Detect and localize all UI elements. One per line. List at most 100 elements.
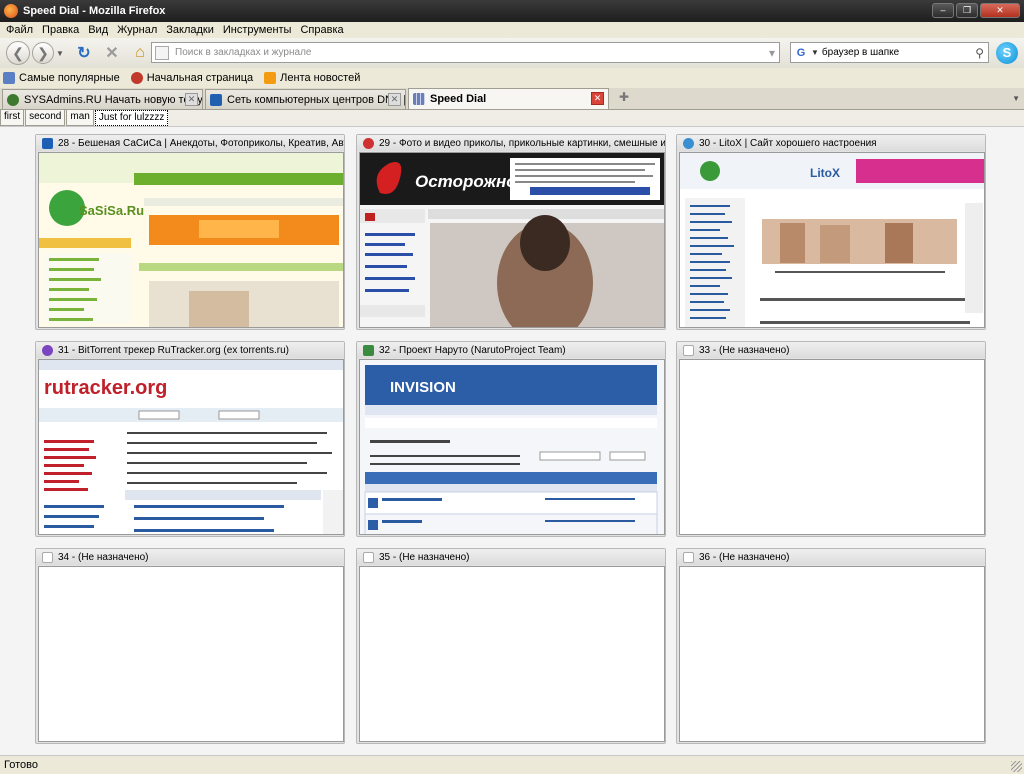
tab-label: Speed Dial: [430, 93, 487, 105]
dial-favicon: [363, 137, 374, 149]
menu-tools[interactable]: Инструменты: [220, 24, 298, 36]
group-tab-second[interactable]: second: [25, 110, 66, 126]
group-tab-man[interactable]: man: [66, 110, 94, 126]
rutracker-logo-text: rutracker.org: [44, 377, 167, 399]
dial-favicon: [42, 344, 53, 356]
dial-label: 32 - Проект Наруто (NarutoProject Team): [379, 344, 566, 356]
status-bar: Готово: [0, 756, 1024, 774]
skype-icon[interactable]: S: [996, 42, 1018, 64]
search-bar[interactable]: G ▼ браузер в шапке ⚲: [790, 42, 989, 63]
menu-file[interactable]: Файл: [3, 24, 39, 36]
sasisa-logo-text: SaSiSa.Ru: [79, 203, 144, 218]
home-icon[interactable]: ⌂: [130, 43, 150, 63]
speed-dial-32[interactable]: 32 - Проект Наруто (NarutoProject Team) …: [356, 341, 666, 537]
firefox-icon: [4, 4, 18, 18]
bookmark-news-feed[interactable]: Лента новостей: [264, 72, 360, 84]
rutracker-thumbnail: rutracker.org: [39, 360, 343, 534]
dial-label: 33 - (Не назначено): [699, 344, 790, 356]
address-placeholder: Поиск в закладках и журнале: [175, 47, 312, 58]
tab-label: SYSAdmins.RU Начать новую тему: [24, 93, 203, 106]
dial-label: 36 - (Не назначено): [699, 551, 790, 563]
bookmark-page-icon: [130, 72, 143, 84]
bookmark-label: Самые популярные: [19, 72, 120, 84]
speed-dial-36-empty[interactable]: 36 - (Не назначено): [676, 548, 986, 744]
speed-dial-31[interactable]: 31 - BitTorrent трекер RuTracker.org (ex…: [35, 341, 345, 537]
bookmarks-toolbar: Самые популярные Начальная страница Лент…: [0, 68, 1024, 88]
naruto-thumbnail: INVISION: [360, 360, 664, 534]
search-input[interactable]: браузер в шапке: [822, 47, 899, 58]
dropdown-arrow-icon[interactable]: ▾: [769, 46, 775, 60]
group-tab-just-for-lulzzzz[interactable]: Just for lulzzzz: [94, 110, 169, 126]
tab-list-dropdown-icon[interactable]: ▼: [1012, 94, 1020, 103]
window-titlebar: Speed Dial - Mozilla Firefox – ❐ ✕: [0, 0, 1024, 22]
menu-help[interactable]: Справка: [297, 24, 349, 36]
close-tab-button[interactable]: ✕: [185, 93, 198, 106]
speed-dial-grid: 28 - Бешеная СаСиСа | Анекдоты, Фотоприк…: [0, 126, 1024, 756]
speed-dial-28[interactable]: 28 - Бешеная СаСиСа | Анекдоты, Фотоприк…: [35, 134, 345, 330]
bookmark-most-visited[interactable]: Самые популярные: [3, 72, 120, 84]
forward-button[interactable]: ❯: [32, 42, 54, 64]
google-icon[interactable]: G: [794, 46, 808, 60]
tab-strip: SYSAdmins.RU Начать новую тему ✕ Сеть ко…: [0, 88, 1024, 110]
search-engine-dropdown-icon[interactable]: ▼: [811, 48, 819, 57]
history-dropdown-icon[interactable]: ▼: [56, 49, 66, 58]
tab-dns[interactable]: Сеть компьютерных центров DNS | ... ✕: [205, 89, 406, 109]
tonfo-banner-text: Осторожно!: [415, 172, 523, 191]
tonfo-thumbnail: Осторожно!: [360, 153, 664, 327]
bookmark-folder-icon: [3, 72, 15, 84]
speed-dial-34-empty[interactable]: 34 - (Не назначено): [35, 548, 345, 744]
bookmark-label: Начальная страница: [146, 72, 254, 84]
group-tab-first[interactable]: first: [0, 110, 25, 126]
bookmark-label: Лента новостей: [280, 72, 361, 84]
menu-edit[interactable]: Правка: [39, 24, 85, 36]
dial-label: 28 - Бешеная СаСиСа | Анекдоты, Фотоприк…: [58, 137, 344, 149]
dial-label: 30 - LitoX | Сайт хорошего настроения: [699, 137, 877, 149]
close-tab-button[interactable]: ✕: [591, 92, 604, 105]
new-tab-button[interactable]: ✚: [615, 90, 633, 108]
status-text: Готово: [4, 759, 38, 771]
dial-thumbnail-empty: [359, 566, 665, 742]
resize-grip-icon[interactable]: [1011, 761, 1022, 772]
dial-label: 31 - BitTorrent трекер RuTracker.org (ex…: [58, 344, 290, 356]
naruto-logo-text: INVISION: [390, 379, 456, 396]
search-icon[interactable]: ⚲: [975, 46, 984, 60]
dial-thumbnail: SaSiSa.Ru: [38, 152, 344, 328]
forward-arrow-icon: ❯: [37, 44, 49, 61]
blank-page-icon: [683, 551, 694, 563]
back-button[interactable]: ❮: [6, 41, 30, 65]
sasisa-thumbnail: SaSiSa.Ru: [39, 153, 343, 327]
tab-speed-dial[interactable]: Speed Dial ✕: [408, 88, 609, 109]
dial-favicon: [42, 137, 53, 149]
speed-dial-favicon: [413, 93, 425, 105]
menu-view[interactable]: Вид: [85, 24, 114, 36]
blank-page-icon: [683, 344, 694, 356]
speed-dial-30[interactable]: 30 - LitoX | Сайт хорошего настроения Li…: [676, 134, 986, 330]
litox-logo-text: LitoX: [810, 166, 840, 180]
litox-thumbnail: LitoX: [680, 153, 984, 327]
sysadmins-favicon: [7, 93, 19, 106]
speed-dial-groups: first second man Just for lulzzzz: [0, 110, 1024, 126]
maximize-button[interactable]: ❐: [956, 3, 978, 18]
dns-favicon: [210, 93, 222, 106]
menu-bookmarks[interactable]: Закладки: [163, 24, 220, 36]
close-tab-button[interactable]: ✕: [388, 93, 401, 106]
menu-history[interactable]: Журнал: [114, 24, 163, 36]
stop-icon[interactable]: ✕: [102, 43, 122, 63]
speed-dial-35-empty[interactable]: 35 - (Не назначено): [356, 548, 666, 744]
dial-thumbnail-empty: [38, 566, 344, 742]
dial-label: 35 - (Не назначено): [379, 551, 470, 563]
dial-favicon: [363, 344, 374, 356]
address-bar[interactable]: Поиск в закладках и журнале ▾: [151, 42, 780, 63]
minimize-button[interactable]: –: [932, 3, 954, 18]
close-window-button[interactable]: ✕: [980, 3, 1020, 18]
speed-dial-33-empty[interactable]: 33 - (Не назначено): [676, 341, 986, 537]
dial-thumbnail: INVISION: [359, 359, 665, 535]
dial-label: 34 - (Не назначено): [58, 551, 149, 563]
dial-label: 29 - Фото и видео приколы, прикольные ка…: [379, 137, 665, 149]
reload-icon[interactable]: ↻: [74, 43, 94, 63]
speed-dial-29[interactable]: 29 - Фото и видео приколы, прикольные ка…: [356, 134, 666, 330]
tab-sysadmins[interactable]: SYSAdmins.RU Начать новую тему ✕: [2, 89, 203, 109]
dial-thumbnail-empty: [679, 566, 985, 742]
bookmark-start-page[interactable]: Начальная страница: [130, 72, 254, 84]
dial-thumbnail: rutracker.org: [38, 359, 344, 535]
